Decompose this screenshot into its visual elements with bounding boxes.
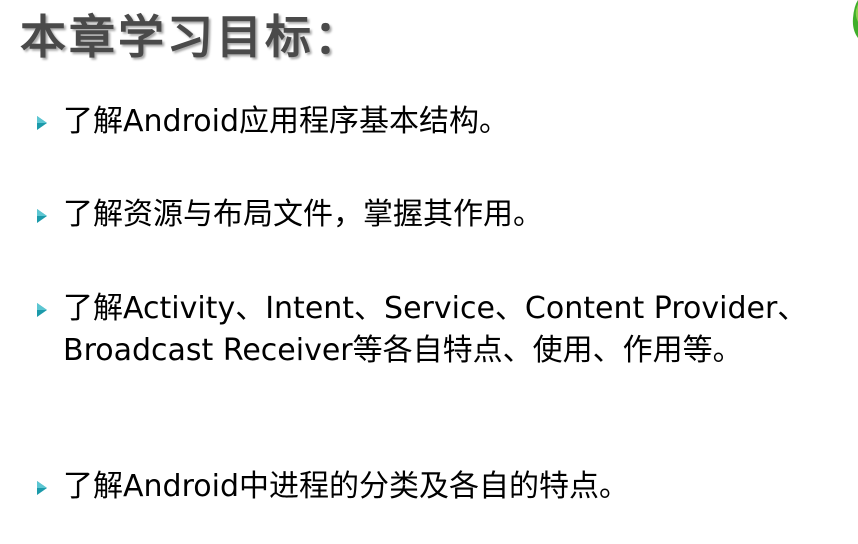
triangle-right-icon <box>37 481 47 495</box>
triangle-right-icon <box>37 303 47 317</box>
triangle-right-icon <box>37 116 47 130</box>
list-item: 了解Android中进程的分类及各自的特点。 <box>36 466 846 508</box>
bullet-text: 了解Android应用程序基本结构。 <box>63 104 509 139</box>
list-item: 了解资源与布局文件，掌握其作用。 <box>36 194 846 236</box>
slide: 本章学习目标： 了解Android应用程序基本结构。 了解资源与布局文件，掌握其… <box>0 0 858 544</box>
bullet-text: 了解Activity、Intent、Service、Content Provid… <box>63 291 808 368</box>
list-item: 了解Activity、Intent、Service、Content Provid… <box>36 288 846 372</box>
bullet-list: 了解Android应用程序基本结构。 了解资源与布局文件，掌握其作用。 了解Ac… <box>0 0 858 544</box>
bullet-text: 了解资源与布局文件，掌握其作用。 <box>63 197 543 232</box>
list-item: 了解Android应用程序基本结构。 <box>36 101 846 143</box>
triangle-right-icon <box>37 209 47 223</box>
bullet-text: 了解Android中进程的分类及各自的特点。 <box>63 469 629 504</box>
